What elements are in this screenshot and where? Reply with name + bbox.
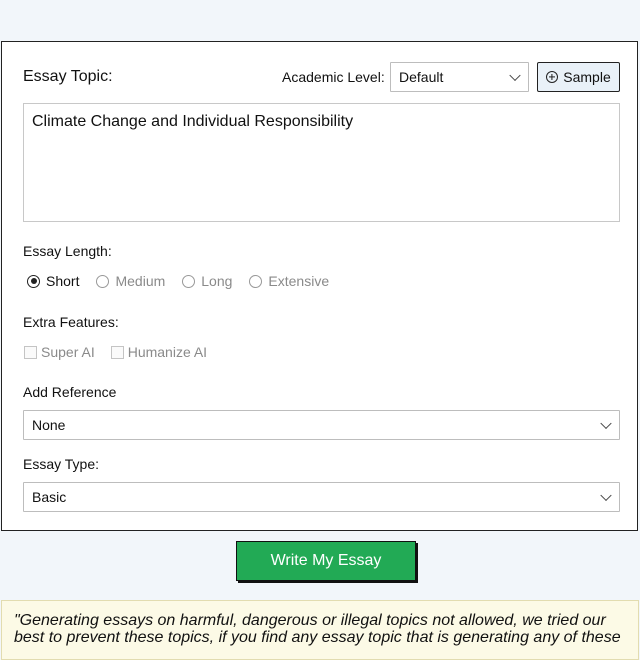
essay-type-label: Essay Type: (23, 456, 100, 472)
checkbox-icon (110, 345, 124, 359)
length-option-label: Long (201, 273, 233, 289)
essay-form-panel: Essay Topic: Academic Level: Default Sam… (1, 41, 638, 531)
length-option-medium[interactable]: Medium (96, 273, 165, 289)
plus-circle-icon (546, 71, 559, 83)
feature-label: Humanize AI (127, 344, 208, 360)
length-option-long[interactable]: Long (182, 273, 232, 289)
essay-length-options: Short Medium Long Extensive (27, 273, 346, 289)
radio-icon (27, 274, 40, 288)
academic-level-label: Academic Level: (282, 69, 385, 85)
radio-icon (249, 274, 263, 288)
chevron-down-icon (600, 489, 612, 502)
reference-value: None (32, 417, 66, 433)
sample-button-label: Sample (563, 69, 611, 85)
write-my-essay-button[interactable]: Write My Essay (236, 541, 416, 581)
length-option-label: Medium (115, 273, 166, 289)
sample-button[interactable]: Sample (537, 62, 620, 92)
feature-super-ai[interactable]: Super AI (24, 344, 95, 360)
length-option-label: Short (46, 273, 80, 289)
add-reference-label: Add Reference (23, 384, 117, 400)
essay-topic-label: Essay Topic: (23, 68, 113, 85)
academic-level-value: Default (399, 69, 444, 85)
chevron-down-icon (509, 69, 521, 82)
chevron-down-icon (600, 417, 612, 430)
checkbox-icon (24, 345, 37, 359)
reference-select[interactable]: None (23, 410, 620, 440)
length-option-extensive[interactable]: Extensive (249, 273, 329, 289)
length-option-short[interactable]: Short (27, 273, 79, 289)
essay-topic-textarea[interactable]: Climate Change and Individual Responsibi… (23, 103, 620, 222)
feature-label: Super AI (41, 344, 95, 360)
academic-level-select[interactable]: Default (390, 62, 529, 92)
essay-type-value: Basic (32, 489, 67, 505)
feature-humanize-ai[interactable]: Humanize AI (110, 344, 208, 360)
extra-features-options: Super AI Humanize AI (24, 344, 223, 360)
content-policy-notice: "Generating essays on harmful, dangerous… (1, 600, 639, 660)
essay-type-select[interactable]: Basic (23, 482, 620, 512)
essay-length-label: Essay Length: (23, 243, 112, 259)
length-option-label: Extensive (268, 273, 330, 289)
radio-icon (96, 274, 110, 288)
radio-icon (182, 274, 196, 288)
extra-features-label: Extra Features: (23, 314, 119, 330)
